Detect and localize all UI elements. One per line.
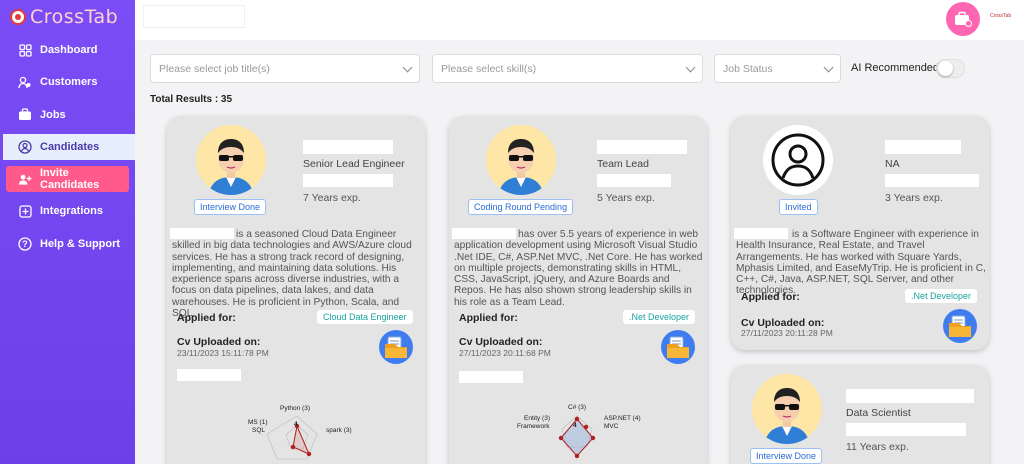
sidebar-item-invite-candidates[interactable]: Invite Candidates xyxy=(6,166,129,193)
radar-area xyxy=(560,418,594,457)
dashboard-icon xyxy=(18,43,32,57)
radar-label: C# (3) xyxy=(568,404,587,411)
radar-point xyxy=(290,444,296,450)
job-status-select[interactable]: Job Status xyxy=(714,54,841,83)
candidate-name-redacted xyxy=(885,140,961,154)
sidebar-item-customers[interactable]: Customers xyxy=(0,69,135,95)
radar-area xyxy=(292,424,310,455)
cv-folder-icon xyxy=(948,315,972,338)
candidate-role: NA xyxy=(885,158,900,170)
radar-point xyxy=(306,451,312,457)
chevron-down-icon xyxy=(685,62,696,73)
top-action-button[interactable] xyxy=(946,2,980,36)
skill-select[interactable]: Please select skill(s) xyxy=(432,54,703,83)
view-cv-button[interactable] xyxy=(943,309,977,343)
help-icon: ? xyxy=(18,237,32,251)
sidebar-item-label: Customers xyxy=(40,76,98,89)
svg-text:?: ? xyxy=(22,239,28,249)
logo-text: CrossTab xyxy=(30,6,119,28)
skills-radar-chart xyxy=(558,415,596,459)
radar-label: ASP.NET (4) xyxy=(604,415,641,422)
candidate-role: Data Scientist xyxy=(846,407,911,419)
radar-label: MVC xyxy=(604,423,619,430)
sidebar-item-label: Integrations xyxy=(40,205,103,218)
candidate-detail-redacted xyxy=(885,174,979,187)
radar-point xyxy=(574,453,580,459)
radar-label: Entity (3) xyxy=(524,415,551,422)
radar-label: Python (3) xyxy=(280,405,310,412)
sidebar-item-integrations[interactable]: Integrations xyxy=(0,198,135,224)
job-status-placeholder: Job Status xyxy=(723,62,773,75)
sidebar-nav: Dashboard Customers Jobs Candidates Invi… xyxy=(0,37,135,263)
briefcase-user-icon xyxy=(955,11,972,27)
candidate-icon xyxy=(18,140,32,154)
sidebar-item-candidates[interactable]: Candidates xyxy=(3,133,135,160)
avatar xyxy=(752,374,822,444)
logo-icon xyxy=(10,9,26,25)
status-badge: Interview Done xyxy=(750,448,823,464)
candidate-experience: 3 Years exp. xyxy=(885,192,943,204)
job-title-placeholder: Please select job title(s) xyxy=(159,62,270,75)
top-bar xyxy=(135,0,1024,40)
page-header-placeholder xyxy=(143,5,245,28)
ai-recommended-label: AI Recommended xyxy=(851,62,940,74)
radar-point xyxy=(583,424,589,430)
integrations-icon xyxy=(18,204,32,218)
ai-recommended-toggle[interactable] xyxy=(936,59,965,78)
radar-scale-label: 4 xyxy=(294,421,298,428)
sidebar-item-help-support[interactable]: ? Help & Support xyxy=(0,231,135,257)
candidate-card[interactable]: Interview Done Senior Lead Engineer 7 Ye… xyxy=(167,116,425,464)
radar-label: MS (1) xyxy=(248,419,268,426)
app-logo[interactable]: CrossTab xyxy=(10,6,118,28)
applied-for-label: Applied for: xyxy=(741,291,800,303)
candidate-name-redacted xyxy=(846,389,974,403)
candidate-card[interactable]: Interview Done Data Scientist 11 Years e… xyxy=(731,365,989,464)
chevron-down-icon xyxy=(402,62,413,73)
sidebar: CrossTab Dashboard Customers Jobs Candid… xyxy=(0,0,135,464)
candidate-experience: 11 Years exp. xyxy=(846,441,909,453)
radar-label: spark (3) xyxy=(326,427,352,434)
top-mini-logo: CrossTab xyxy=(990,13,1012,19)
total-results: Total Results : 35 xyxy=(150,94,233,105)
radar-point xyxy=(574,416,580,422)
radar-point xyxy=(590,435,596,441)
radar-label: SQL xyxy=(252,427,266,434)
chevron-down-icon xyxy=(823,62,834,73)
applied-job-tag[interactable]: .Net Developer xyxy=(905,289,978,303)
candidate-card[interactable]: Invited NA 3 Years exp. is a Software En… xyxy=(731,116,989,350)
sidebar-item-label: Help & Support xyxy=(40,237,121,250)
radar-point xyxy=(558,435,564,441)
add-user-icon xyxy=(18,172,32,186)
radar-label: Framework xyxy=(517,423,550,430)
sidebar-item-label: Dashboard xyxy=(40,44,98,56)
default-avatar-icon xyxy=(763,125,833,195)
candidate-card[interactable]: Coding Round Pending Team Lead 5 Years e… xyxy=(449,116,707,464)
sidebar-item-label: Invite Candidates xyxy=(40,167,100,192)
radar-scale-label: 4 xyxy=(573,422,577,429)
briefcase-icon xyxy=(18,108,32,122)
sidebar-item-label: Jobs xyxy=(40,108,66,121)
status-badge: Invited xyxy=(779,199,818,215)
sidebar-item-label: Candidates xyxy=(40,140,100,153)
sidebar-item-dashboard[interactable]: Dashboard xyxy=(0,37,135,63)
users-icon xyxy=(18,75,32,89)
sidebar-item-jobs[interactable]: Jobs xyxy=(0,102,135,128)
job-title-select[interactable]: Please select job title(s) xyxy=(150,54,420,83)
cv-uploaded-date: 27/11/2023 20:11:28 PM xyxy=(741,328,833,338)
candidate-description: is a Software Engineer with experience i… xyxy=(736,229,986,297)
skill-placeholder: Please select skill(s) xyxy=(441,62,537,75)
candidate-detail-redacted xyxy=(846,423,966,436)
